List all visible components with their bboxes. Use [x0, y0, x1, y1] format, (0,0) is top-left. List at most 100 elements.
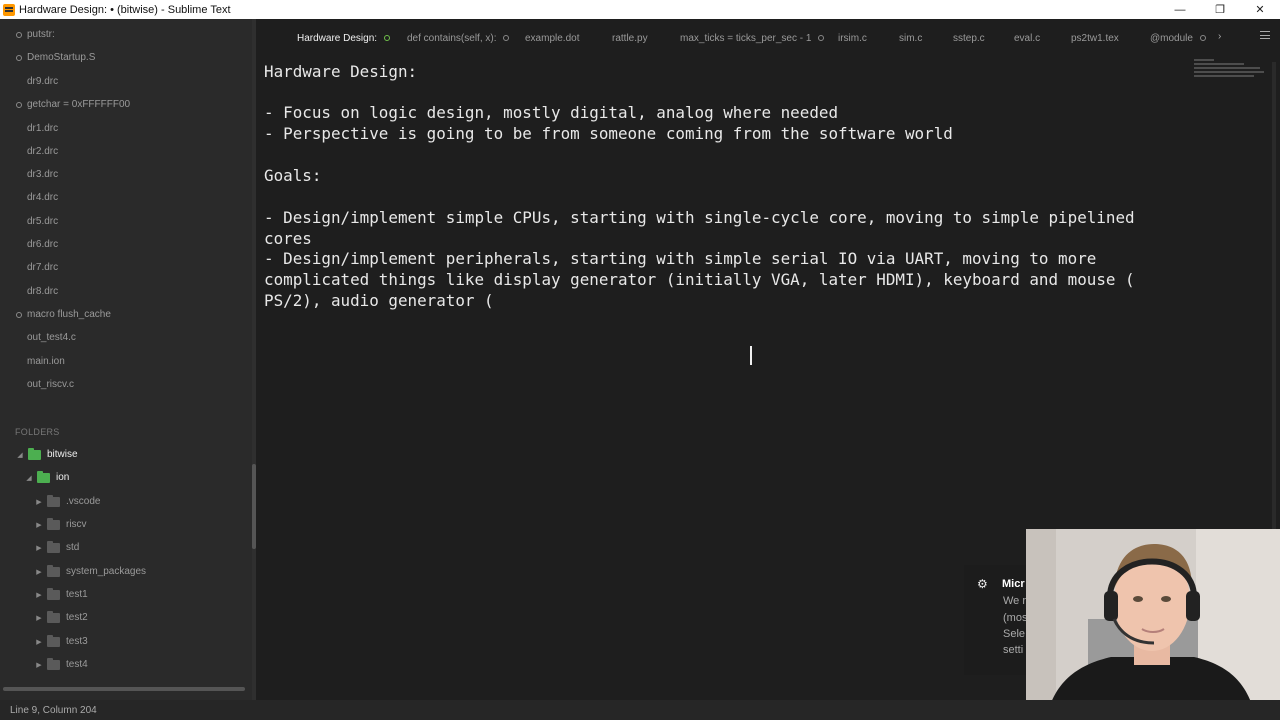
- tab-label: rattle.py: [612, 32, 648, 44]
- open-file-label: main.ion: [27, 356, 65, 367]
- folder-vscode[interactable]: ▶ .vscode: [0, 490, 250, 513]
- open-file-item[interactable]: putstr:: [0, 23, 250, 46]
- tab-bar: Hardware Design: def contains(self, x): …: [256, 19, 1280, 56]
- open-file-item[interactable]: macro flush_cache: [0, 303, 250, 326]
- modified-indicator-icon[interactable]: [384, 35, 391, 41]
- close-button[interactable]: ✕: [1240, 0, 1280, 19]
- tab-sstep-c[interactable]: sstep.c: [953, 31, 985, 45]
- expanded-caret-icon[interactable]: ◢: [24, 474, 34, 482]
- folder-std[interactable]: ▶ std: [0, 536, 250, 559]
- text-cursor: [750, 346, 752, 365]
- notification-toast[interactable]: ⚙ Micr We r (mos Sele setti: [964, 565, 1034, 675]
- editor-line: - Design/implement simple CPUs, starting…: [264, 208, 1135, 227]
- folder-icon: [47, 610, 60, 623]
- collapsed-caret-icon[interactable]: ▶: [34, 521, 44, 529]
- modified-indicator-icon[interactable]: [503, 35, 510, 41]
- editor-line: - Design/implement peripherals, starting…: [264, 249, 1097, 268]
- open-file-label: macro flush_cache: [27, 309, 111, 320]
- open-file-item[interactable]: dr4.drc: [0, 186, 250, 209]
- sidebar: putstr: DemoStartup.S dr9.drc getchar = …: [0, 19, 256, 700]
- gear-icon[interactable]: ⚙: [977, 577, 988, 591]
- tab-max-ticks[interactable]: max_ticks = ticks_per_sec - 1: [680, 31, 825, 45]
- folder-system-packages[interactable]: ▶ system_packages: [0, 560, 250, 583]
- tab-module[interactable]: @module: [1150, 31, 1206, 45]
- tab-ps2tw1-tex[interactable]: ps2tw1.tex: [1071, 31, 1119, 45]
- tab-hardware-design[interactable]: Hardware Design:: [297, 31, 391, 45]
- folder-test1[interactable]: ▶ test1: [0, 583, 250, 606]
- open-file-item[interactable]: dr9.drc: [0, 70, 250, 93]
- open-file-item[interactable]: dr8.drc: [0, 280, 250, 303]
- modified-indicator-icon[interactable]: [1199, 35, 1206, 41]
- tab-example-dot[interactable]: example.dot: [525, 31, 579, 45]
- tab-rattle-py[interactable]: rattle.py: [612, 31, 648, 45]
- open-file-label: dr3.drc: [27, 169, 59, 180]
- open-file-label: dr5.drc: [27, 216, 59, 227]
- tab-scroll-arrow-icon[interactable]: ›: [1218, 31, 1221, 42]
- open-file-item[interactable]: dr2.drc: [0, 140, 250, 163]
- folder-open-icon: [37, 470, 50, 483]
- webcam-earcup-left: [1104, 591, 1118, 621]
- open-file-item[interactable]: getchar = 0xFFFFFF00: [0, 93, 250, 116]
- open-file-label: dr7.drc: [27, 262, 59, 273]
- folders-heading: FOLDERS: [15, 427, 60, 437]
- folder-test3[interactable]: ▶ test3: [0, 630, 250, 653]
- folder-bitwise[interactable]: ◢ bitwise: [0, 443, 250, 466]
- tab-label: Hardware Design:: [297, 32, 378, 44]
- tab-irsim-c[interactable]: irsim.c: [838, 31, 867, 45]
- minimap-line: [1194, 75, 1254, 77]
- open-file-item[interactable]: out_riscv.c: [0, 373, 250, 396]
- open-file-label: dr1.drc: [27, 123, 59, 134]
- tab-def-contains[interactable]: def contains(self, x):: [407, 31, 510, 45]
- folder-icon: [47, 634, 60, 647]
- collapsed-caret-icon[interactable]: ▶: [34, 638, 44, 646]
- folder-riscv[interactable]: ▶ riscv: [0, 513, 250, 536]
- collapsed-caret-icon[interactable]: ▶: [34, 661, 44, 669]
- collapsed-caret-icon[interactable]: ▶: [34, 568, 44, 576]
- window-controls: — ❐ ✕: [1160, 0, 1280, 19]
- title-bar: Hardware Design: • (bitwise) - Sublime T…: [0, 0, 1280, 19]
- collapsed-caret-icon[interactable]: ▶: [34, 591, 44, 599]
- open-file-item[interactable]: dr1.drc: [0, 117, 250, 140]
- open-file-label: dr6.drc: [27, 239, 59, 250]
- folder-icon: [47, 587, 60, 600]
- open-file-item[interactable]: dr5.drc: [0, 210, 250, 233]
- cursor-position: Line 9, Column 204: [10, 704, 97, 716]
- unsaved-dot-icon: [16, 32, 22, 38]
- open-file-item[interactable]: out_test4.c: [0, 326, 250, 349]
- tab-eval-c[interactable]: eval.c: [1014, 31, 1040, 45]
- open-file-label: dr2.drc: [27, 146, 59, 157]
- editor-line: Goals:: [264, 166, 322, 185]
- open-file-item[interactable]: dr3.drc: [0, 163, 250, 186]
- open-file-item[interactable]: dr7.drc: [0, 256, 250, 279]
- folder-label: .vscode: [66, 496, 101, 507]
- folder-ion[interactable]: ◢ ion: [0, 466, 250, 489]
- folder-test4[interactable]: ▶ test4: [0, 653, 250, 676]
- folder-test2[interactable]: ▶ test2: [0, 606, 250, 629]
- tab-menu-icon[interactable]: [1260, 31, 1270, 39]
- tab-label: irsim.c: [838, 32, 867, 44]
- open-file-label: putstr:: [27, 29, 55, 40]
- webcam-door: [1026, 529, 1056, 720]
- restore-button[interactable]: ❐: [1200, 0, 1240, 19]
- minimap[interactable]: [1194, 59, 1264, 83]
- open-file-item[interactable]: dr6.drc: [0, 233, 250, 256]
- collapsed-caret-icon[interactable]: ▶: [34, 614, 44, 622]
- editor-line: Hardware Design:: [264, 62, 418, 81]
- open-file-label: dr8.drc: [27, 286, 59, 297]
- notification-title: Micr: [1002, 578, 1025, 590]
- minimap-line: [1194, 63, 1244, 65]
- modified-indicator-icon[interactable]: [818, 35, 825, 41]
- expanded-caret-icon[interactable]: ◢: [15, 451, 25, 459]
- collapsed-caret-icon[interactable]: ▶: [34, 544, 44, 552]
- webcam-eye-right: [1161, 596, 1171, 602]
- tab-label: example.dot: [525, 32, 580, 44]
- tab-sim-c[interactable]: sim.c: [899, 31, 922, 45]
- minimize-button[interactable]: —: [1160, 0, 1200, 19]
- collapsed-caret-icon[interactable]: ▶: [34, 498, 44, 506]
- open-file-item[interactable]: DemoStartup.S: [0, 46, 250, 69]
- tab-label: sim.c: [899, 32, 923, 44]
- open-file-item[interactable]: main.ion: [0, 350, 250, 373]
- notification-text: Sele: [1003, 628, 1026, 640]
- sidebar-horizontal-scrollbar[interactable]: [3, 687, 245, 691]
- notification-text: We r: [1003, 595, 1027, 607]
